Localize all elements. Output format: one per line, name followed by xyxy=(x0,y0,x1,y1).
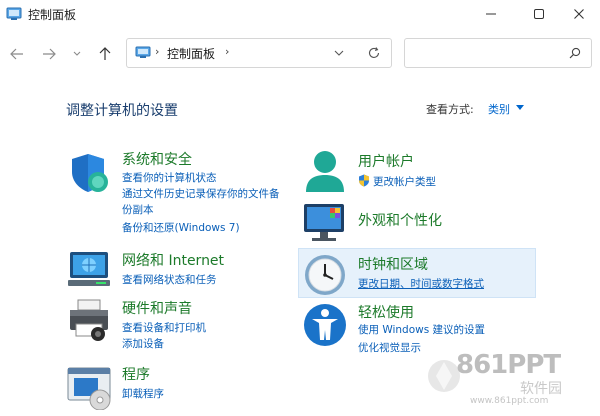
link-file-history-cont[interactable]: 份副本 xyxy=(122,202,154,217)
forward-button[interactable] xyxy=(38,44,60,64)
ease-of-access-icon[interactable] xyxy=(302,302,348,348)
search-input[interactable] xyxy=(404,38,592,68)
address-bar[interactable]: › 控制面板 › xyxy=(126,38,392,68)
page-title: 调整计算机的设置 xyxy=(66,103,178,119)
link-uninstall-program[interactable]: 卸载程序 xyxy=(122,386,164,401)
category-programs[interactable]: 程序 xyxy=(122,364,150,384)
link-add-device[interactable]: 添加设备 xyxy=(122,336,164,351)
link-backup-restore[interactable]: 备份和还原(Windows 7) xyxy=(122,220,240,235)
category-clock-region[interactable]: 时钟和区域 xyxy=(358,254,428,274)
link-optimize-visual[interactable]: 优化视觉显示 xyxy=(358,340,421,355)
close-button[interactable] xyxy=(556,0,600,28)
link-network-status[interactable]: 查看网络状态和任务 xyxy=(122,272,217,287)
refresh-icon[interactable] xyxy=(367,46,381,60)
category-network[interactable]: 网络和 Internet xyxy=(122,250,224,270)
category-appearance[interactable]: 外观和个性化 xyxy=(358,210,442,230)
category-hardware-sound[interactable]: 硬件和声音 xyxy=(122,298,192,318)
link-date-time-format[interactable]: 更改日期、时间或数字格式 xyxy=(358,276,484,291)
search-icon xyxy=(569,47,581,59)
close-icon xyxy=(574,9,584,19)
chevron-down-icon[interactable] xyxy=(333,47,345,59)
link-devices-printers[interactable]: 查看设备和打印机 xyxy=(122,320,206,335)
title-bar: 控制面板 xyxy=(0,0,600,30)
category-user-accounts[interactable]: 用户帐户 xyxy=(358,151,414,171)
shield-icon[interactable] xyxy=(66,150,112,196)
arrow-right-icon xyxy=(43,48,56,60)
printer-icon[interactable] xyxy=(66,296,112,342)
control-panel-icon xyxy=(6,7,22,20)
caret-down-icon[interactable] xyxy=(516,105,524,111)
up-button[interactable] xyxy=(94,44,116,64)
network-icon[interactable] xyxy=(66,246,112,292)
link-windows-recommended[interactable]: 使用 Windows 建议的设置 xyxy=(358,322,485,337)
category-ease-of-access[interactable]: 轻松使用 xyxy=(358,302,414,322)
breadcrumb-separator[interactable]: › xyxy=(225,45,229,58)
clock-icon[interactable] xyxy=(302,252,348,298)
view-by-dropdown[interactable]: 类别 xyxy=(488,101,510,117)
watermark-url: www.861ppt.com xyxy=(470,396,549,406)
arrow-up-icon xyxy=(99,47,111,60)
arrow-left-icon xyxy=(10,48,23,60)
minimize-icon xyxy=(486,13,496,15)
back-button[interactable] xyxy=(6,44,28,64)
recent-locations-button[interactable] xyxy=(66,44,88,64)
breadcrumb-control-panel[interactable]: 控制面板 xyxy=(167,45,215,62)
category-system-security[interactable]: 系统和安全 xyxy=(122,149,192,169)
control-panel-icon xyxy=(135,46,151,58)
user-icon[interactable] xyxy=(302,148,348,194)
chevron-down-icon xyxy=(73,51,81,56)
link-view-computer-status[interactable]: 查看你的计算机状态 xyxy=(122,170,217,185)
view-by-label: 查看方式: xyxy=(426,103,474,116)
window-title: 控制面板 xyxy=(28,8,77,22)
minimize-button[interactable] xyxy=(468,0,514,28)
breadcrumb-separator[interactable]: › xyxy=(155,45,159,58)
appearance-icon[interactable] xyxy=(302,200,348,246)
uac-shield-icon xyxy=(359,174,369,187)
link-file-history[interactable]: 通过文件历史记录保存你的文件备 xyxy=(122,186,280,201)
watermark-text: 861PPT xyxy=(456,350,561,380)
maximize-icon xyxy=(534,9,544,19)
programs-icon[interactable] xyxy=(66,364,112,410)
watermark-cn: 软件园 xyxy=(520,381,562,397)
link-change-account-type[interactable]: 更改帐户类型 xyxy=(373,174,436,189)
